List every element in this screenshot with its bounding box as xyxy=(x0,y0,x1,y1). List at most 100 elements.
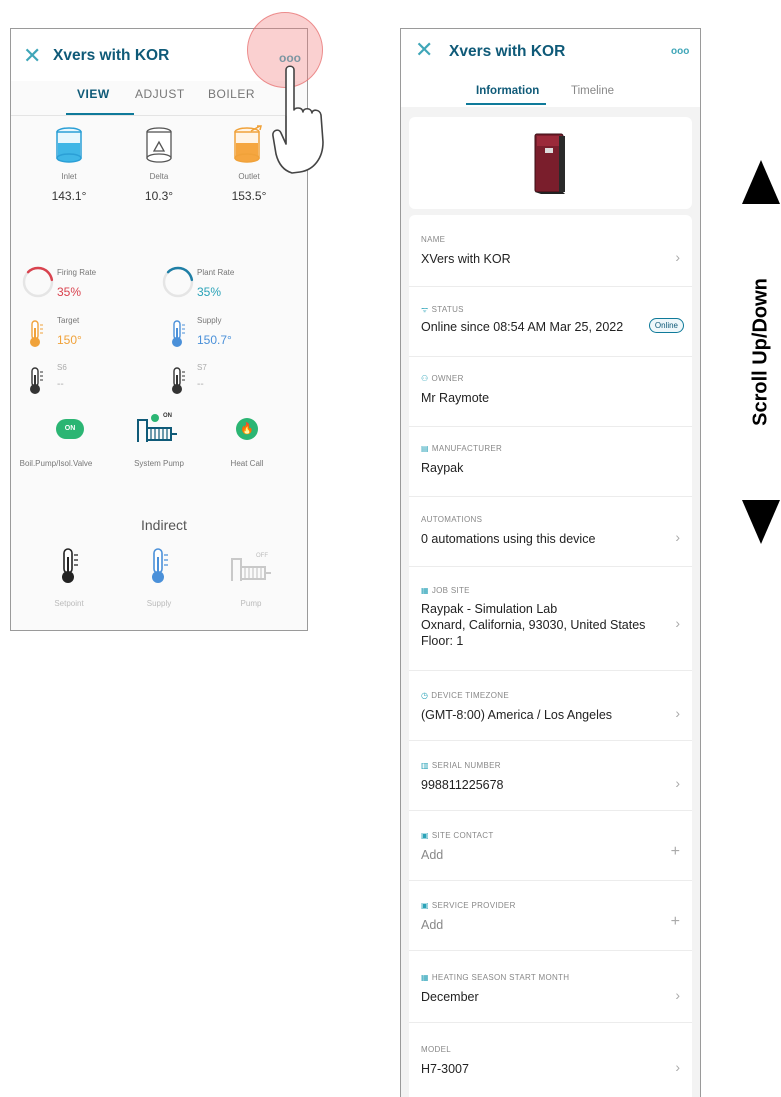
model-row[interactable]: MODEL H7-3007 › xyxy=(409,1023,692,1093)
tab-timeline[interactable]: Timeline xyxy=(571,85,614,97)
tab-information[interactable]: Information xyxy=(476,85,539,97)
serial-row[interactable]: ▥ SERIAL NUMBER 998811225678 › xyxy=(409,741,692,811)
service-provider-label: ▣ SERVICE PROVIDER xyxy=(421,901,516,910)
device-title: Xvers with KOR xyxy=(449,43,566,60)
indirect-pump-label: Pump xyxy=(240,599,262,608)
chevron-right-icon: › xyxy=(675,529,680,545)
scroll-up-arrow-icon xyxy=(742,160,780,204)
device-info-list: NAME XVers with KOR › ᯤ STATUS Online sin… xyxy=(409,215,692,1097)
inlet-label: Inlet xyxy=(61,172,77,181)
tab-divider xyxy=(11,115,307,116)
system-pump-label: System Pump xyxy=(134,459,184,468)
name-row[interactable]: NAME XVers with KOR › xyxy=(409,215,692,287)
heat-call-label: Heat Call xyxy=(230,459,264,468)
delta-label: Delta xyxy=(149,172,169,181)
heating-season-label-text: HEATING SEASON START MONTH xyxy=(431,973,570,982)
automations-label: AUTOMATIONS xyxy=(421,515,483,524)
model-value: H7-3007 xyxy=(421,1062,469,1076)
plant-rate-label: Plant Rate xyxy=(197,268,235,277)
heating-season-row[interactable]: ▦ HEATING SEASON START MONTH December › xyxy=(409,951,692,1023)
owner-label: ⚇ OWNER xyxy=(421,374,464,383)
target-value: 150° xyxy=(57,333,82,347)
person-icon: ⚇ xyxy=(421,374,429,383)
pointing-hand-icon xyxy=(272,65,324,174)
close-icon[interactable]: ✕ xyxy=(415,39,433,61)
plant-rate-gauge xyxy=(162,266,194,298)
timezone-value: (GMT-8:00) America / Los Angeles xyxy=(421,708,613,722)
active-tab-indicator xyxy=(466,103,546,105)
tab-view[interactable]: VIEW xyxy=(77,87,110,101)
wifi-icon: ᯤ xyxy=(421,305,429,314)
job-site-row[interactable]: ▦ JOB SITE Raypak - Simulation Lab Oxnard… xyxy=(409,567,692,671)
system-pump-icon xyxy=(137,414,177,442)
site-contact-label: ▣ SITE CONTACT xyxy=(421,831,494,840)
clock-icon: ◷ xyxy=(421,691,429,700)
indirect-pump-icon xyxy=(231,558,271,581)
setpoint-thermometer-icon xyxy=(62,548,78,583)
timezone-label: ◷ DEVICE TIMEZONE xyxy=(421,691,509,700)
job-site-address: Oxnard, California, 93030, United States xyxy=(421,618,646,632)
tab-bar: VIEW ADJUST BOILER xyxy=(11,87,307,117)
status-row: ᯤ STATUS Online since 08:54 AM Mar 25, 20… xyxy=(409,287,692,357)
site-contact-label-text: SITE CONTACT xyxy=(431,831,494,840)
manufacturer-label-text: MANUFACTURER xyxy=(431,444,503,453)
service-provider-row[interactable]: ▣ SERVICE PROVIDER Add + xyxy=(409,881,692,951)
target-thermometer-icon xyxy=(30,320,43,347)
boiler-pump-label: Boil.Pump/Isol.Valve xyxy=(19,459,93,468)
chevron-right-icon: › xyxy=(675,1059,680,1075)
view-screen: ✕ Xvers with KOR ooo VIEW ADJUST BOILER … xyxy=(10,28,308,631)
information-screen: ✕ Xvers with KOR ooo Information Timelin… xyxy=(400,28,701,1097)
automations-value: 0 automations using this device xyxy=(421,532,596,546)
automations-row[interactable]: AUTOMATIONS 0 automations using this dev… xyxy=(409,497,692,567)
owner-value: Mr Raymote xyxy=(421,391,490,405)
product-image-card xyxy=(409,117,692,209)
site-contact-row[interactable]: ▣ SITE CONTACT Add + xyxy=(409,811,692,881)
indirect-supply-label: Supply xyxy=(146,599,172,608)
status-label: ᯤ STATUS xyxy=(421,304,464,315)
owner-label-text: OWNER xyxy=(431,374,464,383)
target-label: Target xyxy=(57,316,80,325)
service-provider-label-text: SERVICE PROVIDER xyxy=(431,901,516,910)
boiler-pump-toggle[interactable]: ON xyxy=(56,419,84,439)
map-icon: ▦ xyxy=(421,586,429,595)
more-options-button[interactable]: ooo xyxy=(671,46,689,57)
header: ✕ Xvers with KOR ooo Information Timelin… xyxy=(401,29,700,107)
chevron-right-icon: › xyxy=(675,775,680,791)
firing-rate-label: Firing Rate xyxy=(57,268,97,277)
firing-rate-value: 35% xyxy=(57,285,82,299)
add-site-contact-icon[interactable]: + xyxy=(671,843,680,861)
supply-value: 150.7° xyxy=(197,333,232,347)
s6-value: -- xyxy=(57,379,64,390)
heat-call-flame-icon: 🔥 xyxy=(236,418,258,440)
building-icon: ▤ xyxy=(421,444,429,453)
job-site-label-text: JOB SITE xyxy=(431,586,470,595)
site-contact-value: Add xyxy=(421,848,444,862)
status-value: Online since 08:54 AM Mar 25, 2022 xyxy=(421,320,624,334)
chevron-right-icon: › xyxy=(675,987,680,1003)
job-site-floor: Floor: 1 xyxy=(421,634,464,648)
scroll-down-arrow-icon xyxy=(742,500,780,544)
scroll-instruction: Scroll Up/Down xyxy=(749,278,772,426)
s6-thermometer-icon xyxy=(30,367,43,394)
tab-adjust[interactable]: ADJUST xyxy=(135,87,185,101)
manufacturer-value: Raypak xyxy=(421,461,464,475)
service-provider-value: Add xyxy=(421,918,444,932)
close-icon[interactable]: ✕ xyxy=(23,45,41,67)
manufacturer-label: ▤ MANUFACTURER xyxy=(421,444,502,453)
s7-value: -- xyxy=(197,379,204,390)
calendar-icon: ▦ xyxy=(421,973,429,982)
chevron-right-icon: › xyxy=(675,705,680,721)
contact-card-icon: ▣ xyxy=(421,901,429,910)
tab-boiler[interactable]: BOILER xyxy=(208,87,255,101)
timezone-row[interactable]: ◷ DEVICE TIMEZONE (GMT-8:00) America / Lo… xyxy=(409,671,692,741)
status-label-text: STATUS xyxy=(431,305,464,314)
supply-label: Supply xyxy=(197,316,222,325)
indirect-heading: Indirect xyxy=(141,517,187,533)
setpoint-label: Setpoint xyxy=(54,599,84,608)
system-pump-state: ON xyxy=(163,413,172,419)
outlet-tank-icon xyxy=(234,125,262,163)
s6-label: S6 xyxy=(57,363,67,372)
firing-rate-gauge xyxy=(22,266,54,298)
add-service-provider-icon[interactable]: + xyxy=(671,913,680,931)
chevron-right-icon: › xyxy=(675,615,680,631)
